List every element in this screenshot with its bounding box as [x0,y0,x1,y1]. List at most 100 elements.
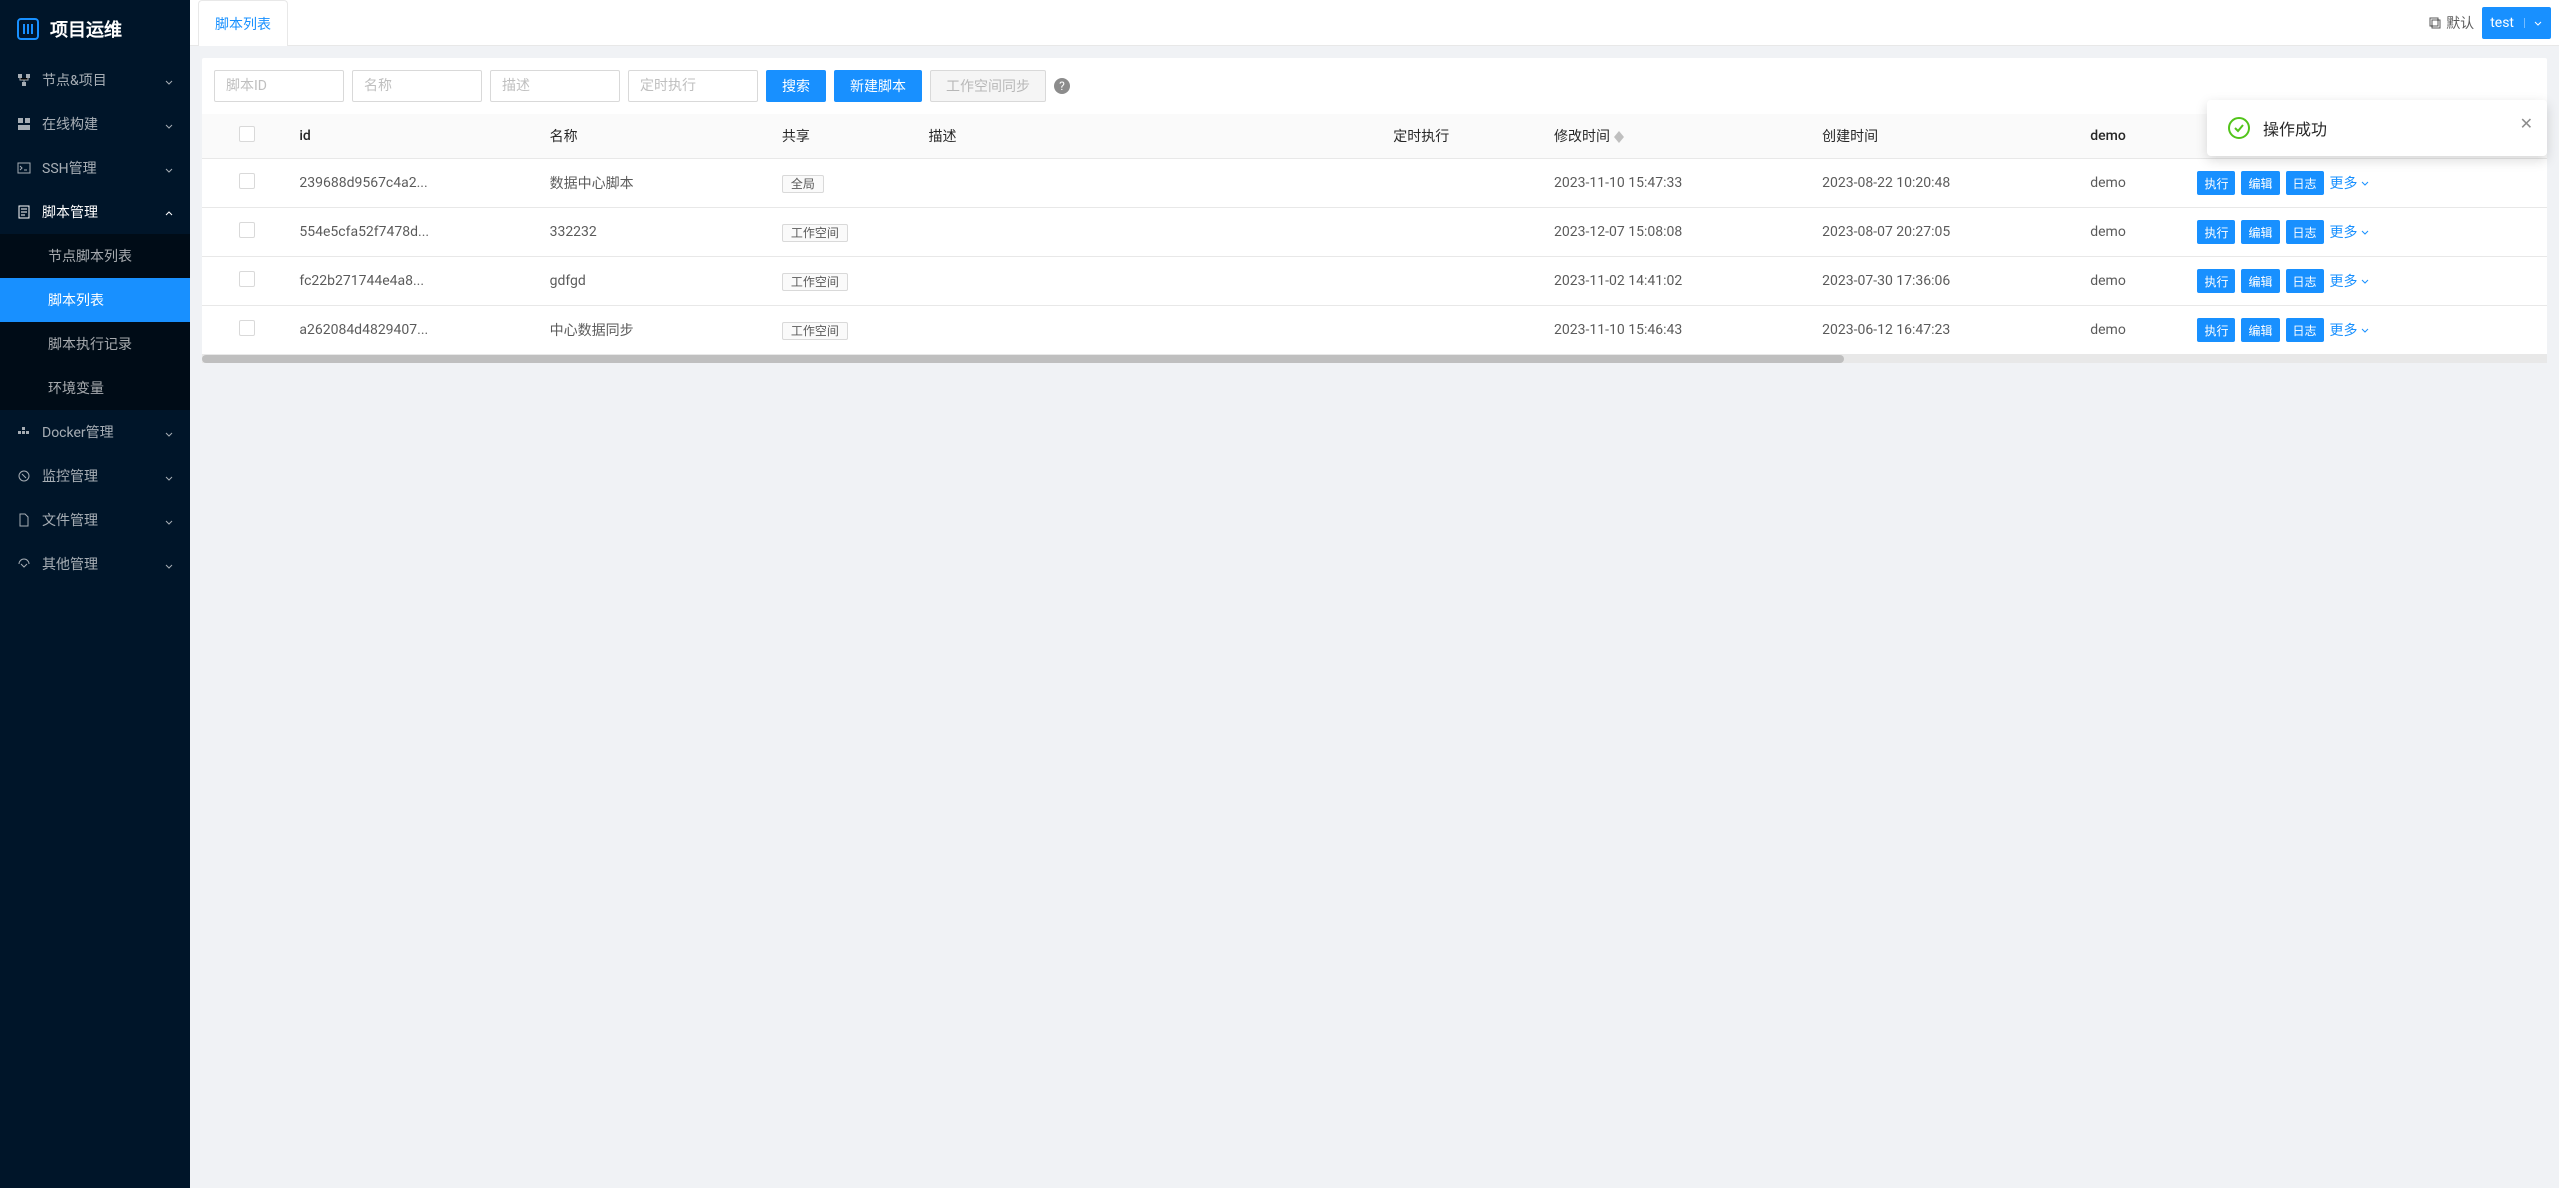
filter-toolbar: 搜索 新建脚本 工作空间同步 ? [202,58,2547,114]
edit-button[interactable]: 编辑 [2241,220,2279,244]
cell-id: a262084d4829407... [291,306,541,355]
exec-button[interactable]: 执行 [2197,318,2235,342]
build-icon [16,116,32,132]
exec-button[interactable]: 执行 [2197,269,2235,293]
exec-button[interactable]: 执行 [2197,171,2235,195]
script-table: id 名称 共享 描述 定时执行 修改时间 创建时间 demo 239688d9… [202,114,2547,355]
header-share[interactable]: 共享 [774,114,921,159]
more-dropdown[interactable]: 更多 [2330,222,2370,242]
tab-script-list[interactable]: 脚本列表 [198,0,288,46]
workspace-selector[interactable]: test [2482,7,2551,39]
exec-button[interactable]: 执行 [2197,220,2235,244]
sidebar-item-env-vars[interactable]: 环境变量 [0,366,190,410]
cron-input[interactable] [628,70,758,102]
row-checkbox[interactable] [239,173,255,189]
row-checkbox[interactable] [239,271,255,287]
cell-user: demo [2082,208,2189,257]
cell-cron [1385,159,1546,208]
cell-actions: 执行编辑日志更多 [2189,257,2547,306]
sidebar-item-ssh[interactable]: SSH管理 [0,146,190,190]
workspace-default-button[interactable]: 默认 [2428,13,2474,33]
script-table-wrap: id 名称 共享 描述 定时执行 修改时间 创建时间 demo 239688d9… [202,114,2547,355]
more-dropdown[interactable]: 更多 [2330,271,2370,291]
cell-user: demo [2082,306,2189,355]
script-panel: 搜索 新建脚本 工作空间同步 ? id 名称 共享 描述 定时执行 [202,58,2547,363]
workspace-current-label: test [2490,15,2514,31]
tabbar-right: 默认 test [2428,7,2551,39]
sidebar-item-files[interactable]: 文件管理 [0,498,190,542]
log-button[interactable]: 日志 [2286,171,2324,195]
header-user[interactable]: demo [2082,114,2189,159]
cell-name: 332232 [542,208,774,257]
edit-button[interactable]: 编辑 [2241,318,2279,342]
sidebar-item-label: 其他管理 [42,554,164,574]
script-id-input[interactable] [214,70,344,102]
create-script-button[interactable]: 新建脚本 [834,70,922,102]
desc-input[interactable] [490,70,620,102]
ssh-icon [16,160,32,176]
more-dropdown[interactable]: 更多 [2330,173,2370,193]
header-desc[interactable]: 描述 [921,114,1386,159]
content-area: 搜索 新建脚本 工作空间同步 ? id 名称 共享 描述 定时执行 [190,46,2559,1188]
sidebar: 项目运维 节点&项目 在线构建 SSH管理 脚本管理 节点脚本列表 脚本列表 脚… [0,0,190,1188]
select-all-checkbox[interactable] [239,126,255,142]
cell-desc [921,306,1386,355]
sidebar-item-monitor[interactable]: 监控管理 [0,454,190,498]
chevron-down-icon [164,75,174,85]
workspace-sync-button: 工作空间同步 [930,70,1046,102]
more-dropdown[interactable]: 更多 [2330,320,2370,340]
sidebar-item-label: 脚本管理 [42,202,164,222]
chevron-up-icon [164,207,174,217]
sidebar-submenu-scripts: 节点脚本列表 脚本列表 脚本执行记录 环境变量 [0,234,190,410]
cell-desc [921,257,1386,306]
header-id[interactable]: id [291,114,541,159]
edit-button[interactable]: 编辑 [2241,171,2279,195]
docker-icon [16,424,32,440]
sidebar-item-script-logs[interactable]: 脚本执行记录 [0,322,190,366]
sidebar-item-nodes[interactable]: 节点&项目 [0,58,190,102]
sort-icon [1614,131,1624,143]
cell-mtime: 2023-12-07 15:08:08 [1546,208,1814,257]
header-cron[interactable]: 定时执行 [1385,114,1546,159]
sidebar-item-scripts[interactable]: 脚本管理 [0,190,190,234]
cell-id: 554e5cfa52f7478d... [291,208,541,257]
header-mtime[interactable]: 修改时间 [1546,114,1814,159]
header-name[interactable]: 名称 [542,114,774,159]
sidebar-item-label: 节点&项目 [42,70,164,90]
sidebar-item-build[interactable]: 在线构建 [0,102,190,146]
cell-user: demo [2082,257,2189,306]
nodes-icon [16,72,32,88]
cell-cron [1385,208,1546,257]
name-input[interactable] [352,70,482,102]
search-button[interactable]: 搜索 [766,70,826,102]
sidebar-item-script-list[interactable]: 脚本列表 [0,278,190,322]
sidebar-item-docker[interactable]: Docker管理 [0,410,190,454]
check-circle-icon [2227,116,2251,140]
logo-icon [16,17,40,41]
cell-user: demo [2082,159,2189,208]
sidebar-item-node-scripts[interactable]: 节点脚本列表 [0,234,190,278]
row-checkbox[interactable] [239,222,255,238]
cell-share: 全局 [774,159,921,208]
toast-close-button[interactable]: ✕ [2520,114,2533,133]
cell-share: 工作空间 [774,306,921,355]
sidebar-item-other[interactable]: 其他管理 [0,542,190,586]
tab-label: 脚本列表 [215,14,271,34]
horizontal-scrollbar[interactable] [202,355,2547,363]
tab-bar: 脚本列表 默认 test [190,0,2559,46]
scrollbar-thumb[interactable] [202,355,1844,363]
app-logo[interactable]: 项目运维 [0,0,190,58]
edit-button[interactable]: 编辑 [2241,269,2279,293]
chevron-down-icon [2360,276,2370,286]
help-icon[interactable]: ? [1054,78,1070,94]
sidebar-item-label: 脚本列表 [48,290,174,310]
script-icon [16,204,32,220]
row-checkbox[interactable] [239,320,255,336]
log-button[interactable]: 日志 [2286,318,2324,342]
log-button[interactable]: 日志 [2286,269,2324,293]
table-header-row: id 名称 共享 描述 定时执行 修改时间 创建时间 demo [202,114,2547,159]
header-ctime[interactable]: 创建时间 [1814,114,2082,159]
cell-actions: 执行编辑日志更多 [2189,159,2547,208]
cell-id: 239688d9567c4a2... [291,159,541,208]
log-button[interactable]: 日志 [2286,220,2324,244]
